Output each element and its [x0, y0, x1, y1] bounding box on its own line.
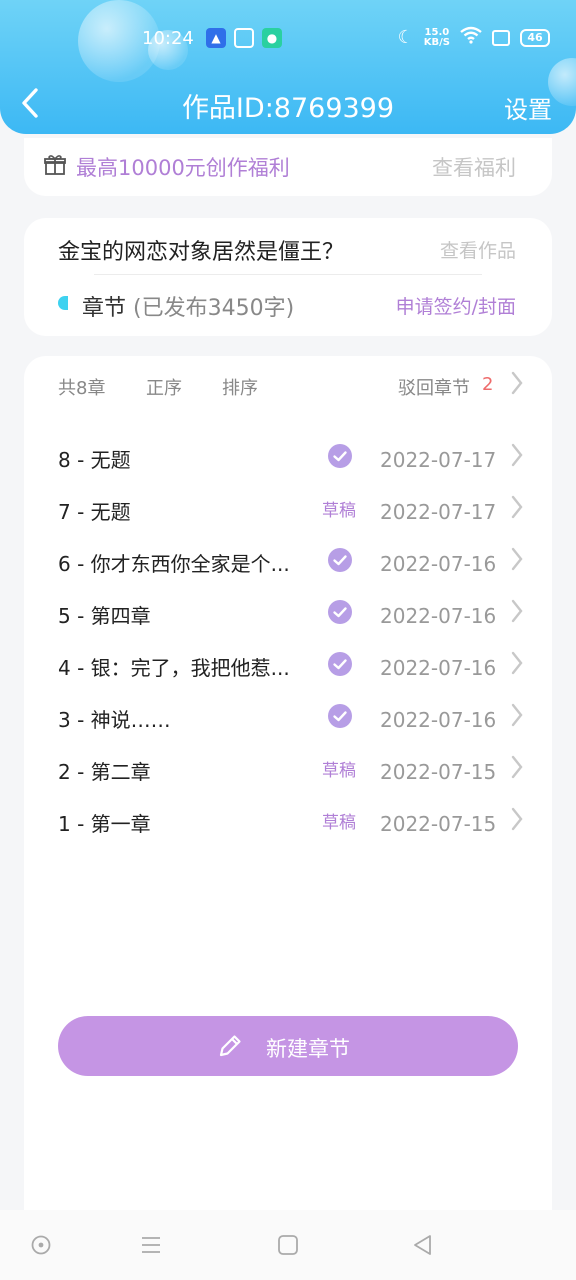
chapter-row[interactable]: 5 - 第四章 2022-07-16: [58, 596, 534, 648]
home-icon[interactable]: [275, 1232, 301, 1258]
chevron-right-icon: [510, 806, 524, 836]
chapter-count: 共8章: [58, 378, 106, 399]
chapter-name: 2 - 第二章: [58, 760, 151, 784]
chapter-list: 8 - 无题 2022-07-17 7 - 无题 草稿 2022-07-17 6…: [58, 440, 534, 856]
published-check-icon: [328, 548, 352, 572]
chapter-name: 6 - 你才东西你全家是个...: [58, 552, 290, 576]
rejected-count-badge: 2: [482, 374, 494, 395]
chapter-row[interactable]: 7 - 无题 草稿 2022-07-17: [58, 492, 534, 544]
draft-badge: 草稿: [322, 761, 356, 781]
network-speed: 15.0 KB/S: [423, 27, 450, 48]
chapter-filter-bar: 共8章 正序 排序 驳回章节 2: [58, 371, 528, 400]
chapter-name: 1 - 第一章: [58, 812, 151, 836]
status-time: 10:24: [142, 28, 194, 49]
back-nav-icon[interactable]: [410, 1232, 436, 1258]
apply-contract-link[interactable]: 申请签约/封面: [396, 292, 516, 319]
welfare-text: 最高10000元创作福利: [76, 156, 290, 180]
chapter-date: 2022-07-15: [380, 760, 497, 784]
new-chapter-button[interactable]: 新建章节: [58, 1016, 518, 1076]
battery-icon: 46: [520, 28, 550, 47]
chapter-summary: 章节 (已发布3450字): [82, 290, 294, 322]
chapter-row[interactable]: 3 - 神说…… 2022-07-16: [58, 700, 534, 752]
sim-card-icon: [492, 29, 510, 46]
settings-button[interactable]: 设置: [504, 90, 552, 125]
published-check-icon: [328, 704, 352, 728]
system-nav-bar: [0, 1210, 576, 1280]
welfare-banner[interactable]: 最高10000元创作福利 查看福利: [24, 138, 552, 196]
new-chapter-label: 新建章节: [266, 1037, 350, 1061]
chevron-right-icon: [510, 754, 524, 784]
published-check-icon: [328, 444, 352, 468]
page-title: 作品ID:8769399: [181, 93, 395, 124]
gift-icon: [44, 155, 66, 175]
chapter-label: 章节: [82, 296, 127, 321]
chapter-date: 2022-07-17: [380, 448, 497, 472]
chapter-date: 2022-07-15: [380, 812, 497, 836]
status-bar: 10:24 ▲ ● ☾ 15.0 KB/S 46: [0, 22, 576, 56]
chapter-list-card: 共8章 正序 排序 驳回章节 2 8 - 无题 2022-07-17 7 - 无…: [24, 356, 552, 1226]
rejected-chapters-link[interactable]: 驳回章节: [398, 374, 470, 400]
chat-notification-icon: ●: [262, 28, 282, 48]
network-speed-unit: KB/S: [423, 36, 450, 48]
chapter-row[interactable]: 6 - 你才东西你全家是个... 2022-07-16: [58, 544, 534, 596]
chapter-row[interactable]: 8 - 无题 2022-07-17: [58, 440, 534, 492]
published-check-icon: [328, 652, 352, 676]
chapter-date: 2022-07-16: [380, 708, 497, 732]
wifi-icon: [460, 26, 482, 49]
chevron-right-icon: [510, 702, 524, 732]
view-welfare-link[interactable]: 查看福利: [432, 152, 516, 182]
chapter-name: 8 - 无题: [58, 448, 131, 472]
chapter-date: 2022-07-16: [380, 552, 497, 576]
published-check-icon: [328, 600, 352, 624]
work-title: 金宝的网恋对象居然是僵王？: [58, 240, 345, 265]
assistant-icon[interactable]: [28, 1232, 54, 1258]
sort-button[interactable]: 排序: [222, 374, 258, 400]
chapter-date: 2022-07-16: [380, 604, 497, 628]
header-bar: 10:24 ▲ ● ☾ 15.0 KB/S 46 作品ID:8769399 设置: [0, 0, 576, 134]
pencil-icon: [219, 1035, 241, 1057]
chevron-right-icon: [510, 442, 524, 472]
chapter-row[interactable]: 2 - 第二章 草稿 2022-07-15: [58, 752, 534, 804]
chapter-row[interactable]: 1 - 第一章 草稿 2022-07-15: [58, 804, 534, 856]
published-word-count: (已发布3450字): [133, 296, 295, 321]
chapter-row[interactable]: 4 - 银：完了，我把他惹... 2022-07-16: [58, 648, 534, 700]
order-toggle[interactable]: 正序: [146, 374, 182, 400]
chevron-right-icon: [510, 494, 524, 524]
android-notification-icon: ▲: [206, 28, 226, 48]
chapter-date: 2022-07-17: [380, 500, 497, 524]
chevron-right-icon: [510, 546, 524, 576]
chapter-name: 4 - 银：完了，我把他惹...: [58, 656, 290, 680]
menu-icon[interactable]: [138, 1232, 164, 1258]
divider: [94, 274, 482, 275]
draft-badge: 草稿: [322, 501, 356, 521]
chevron-right-icon: [510, 370, 524, 401]
do-not-disturb-icon: ☾: [397, 27, 414, 48]
chapter-name: 3 - 神说……: [58, 708, 171, 732]
chapter-date: 2022-07-16: [380, 656, 497, 680]
folder-notification-icon: [234, 28, 254, 48]
chevron-right-icon: [510, 650, 524, 680]
chapter-name: 5 - 第四章: [58, 604, 151, 628]
chapter-name: 7 - 无题: [58, 500, 131, 524]
chapter-indicator-icon: [58, 296, 68, 310]
work-info-card: 金宝的网恋对象居然是僵王？ 查看作品 章节 (已发布3450字) 申请签约/封面: [24, 218, 552, 336]
draft-badge: 草稿: [322, 813, 356, 833]
chevron-right-icon: [510, 598, 524, 628]
view-work-link[interactable]: 查看作品: [440, 236, 516, 263]
